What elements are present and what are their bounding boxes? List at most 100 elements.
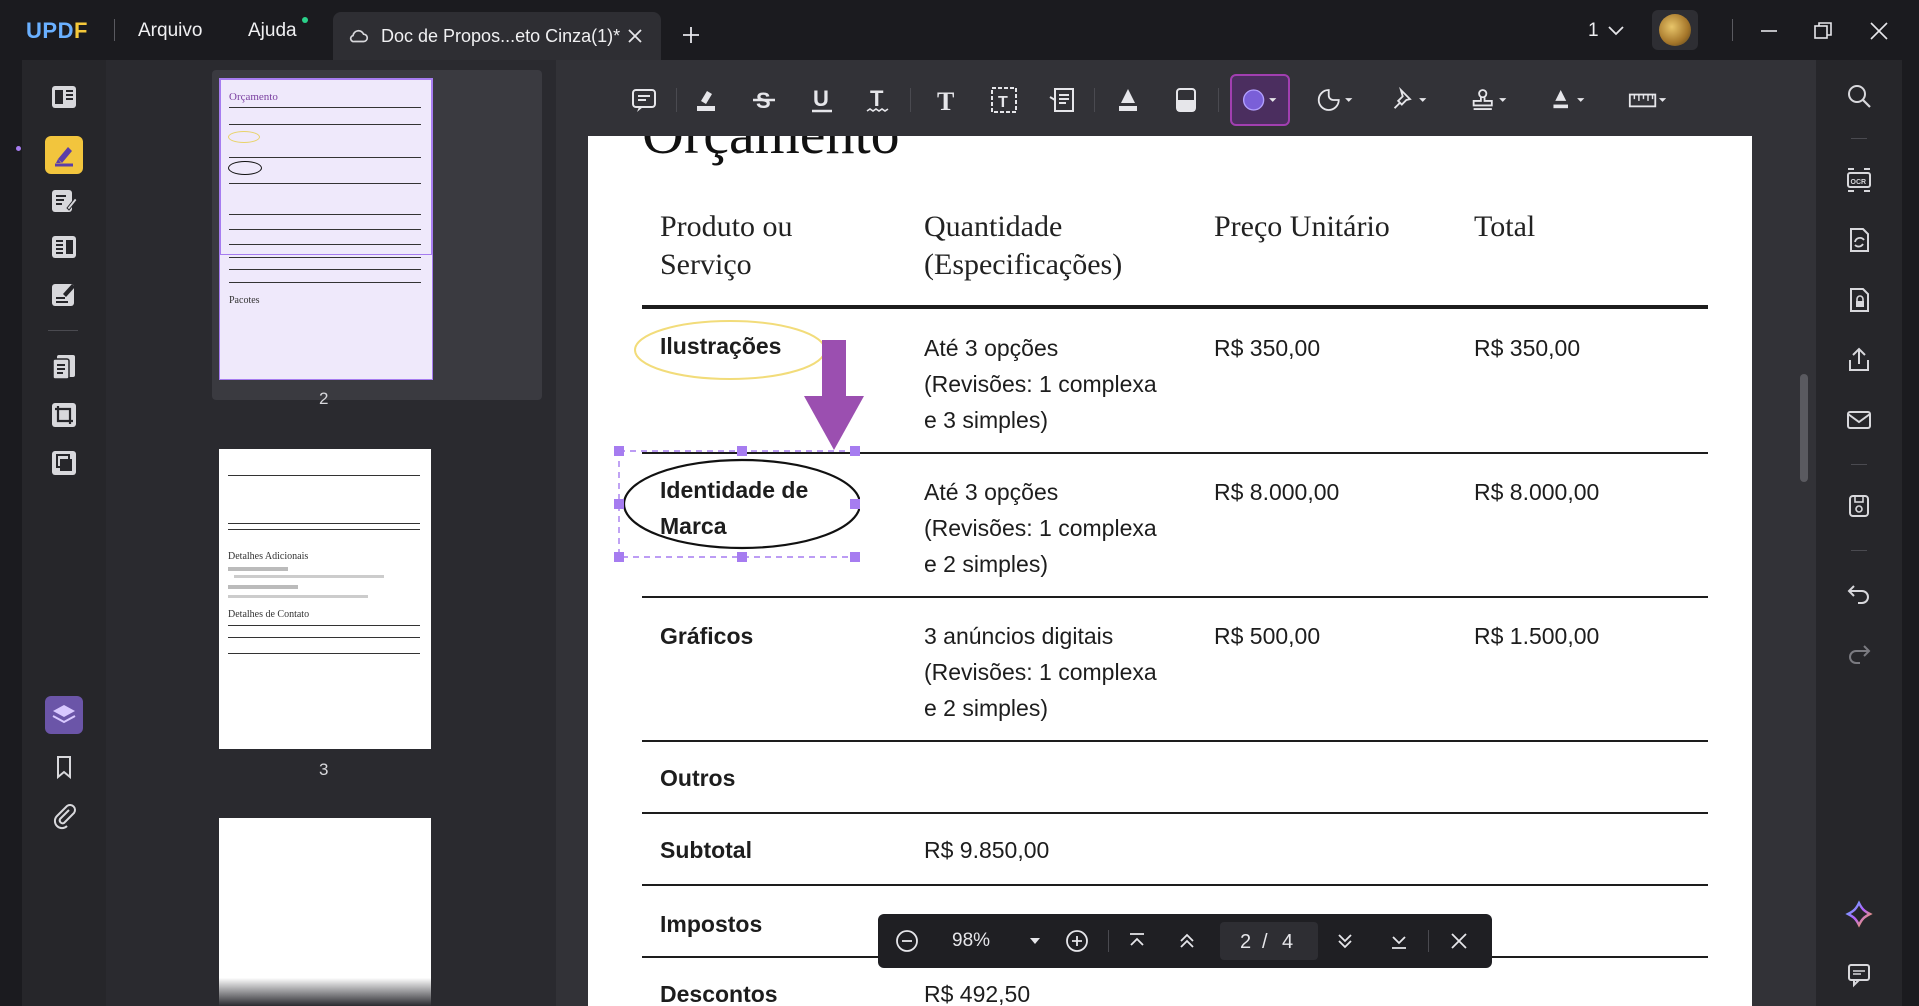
col-header-product: Produto ou Serviço (660, 210, 793, 281)
zoom-dropdown[interactable] (1020, 926, 1050, 956)
caret-down-icon (1030, 938, 1040, 944)
comment-mode-button[interactable] (45, 136, 83, 174)
last-page-button[interactable] (1384, 926, 1414, 956)
share-icon (1849, 347, 1869, 371)
signature-tool[interactable] (1540, 80, 1596, 120)
highlight-tool[interactable] (686, 80, 726, 120)
row2-rule (642, 596, 1708, 598)
menu-ajuda[interactable]: Ajuda (248, 20, 297, 42)
menu-arquivo[interactable]: Arquivo (138, 20, 202, 42)
svg-text:OCR: OCR (1851, 179, 1867, 186)
underline-icon: U (812, 86, 832, 113)
next-page-button[interactable] (1330, 926, 1360, 956)
prev-page-button[interactable] (1172, 926, 1202, 956)
row3-qty-line1: 3 anúncios digitais (924, 623, 1114, 649)
thumbnail-label-2: 2 (319, 389, 329, 408)
fill-sign-button[interactable] (45, 276, 83, 314)
shape-tool-active[interactable] (1230, 74, 1290, 126)
row1-qty-line3: e 3 simples) (924, 407, 1048, 433)
crop-button[interactable] (45, 396, 83, 434)
page-organize-button[interactable] (45, 228, 83, 266)
underline-tool[interactable]: U (802, 80, 842, 120)
page-selector[interactable]: 1 (1588, 20, 1599, 42)
row3-qty-line3: e 2 simples) (924, 695, 1048, 721)
thumbnail-page-2[interactable]: Orçamento Pacotes (219, 78, 433, 380)
form-icon (52, 284, 75, 306)
ai-assistant-button[interactable] (1841, 896, 1877, 932)
comments-button[interactable] (1841, 956, 1877, 992)
row3-total: R$ 1.500,00 (1474, 623, 1600, 649)
eraser-tool[interactable] (1166, 80, 1206, 120)
pencil-tool[interactable] (1108, 80, 1148, 120)
share-button[interactable] (1841, 342, 1877, 378)
strikethrough-tool[interactable]: S (744, 80, 784, 120)
reader-mode-button[interactable] (45, 78, 83, 116)
pdf-page: Orçamento Produto ou Serviço Quantidade … (588, 134, 1752, 1006)
highlighter-icon (55, 147, 73, 167)
undo-button[interactable] (1841, 574, 1877, 610)
organize-icon (52, 236, 76, 258)
redo-button[interactable] (1841, 634, 1877, 670)
ocr-button[interactable]: OCR (1841, 162, 1877, 198)
zoom-in-button[interactable] (1062, 926, 1092, 956)
highlight-icon (697, 91, 715, 111)
discounts-value: R$ 492,50 (924, 981, 1031, 1006)
subtotal-label: Subtotal (660, 837, 752, 863)
email-button[interactable] (1841, 402, 1877, 438)
vertical-scrollbar[interactable] (1800, 374, 1808, 482)
row3-rule (642, 740, 1708, 742)
squiggly-tool[interactable]: T (858, 80, 898, 120)
textbox-tool[interactable]: T (984, 80, 1024, 120)
row3-qty-line2: (Revisões: 1 complexa (924, 659, 1157, 685)
new-tab-icon[interactable] (678, 22, 704, 48)
zoom-out-button[interactable] (892, 926, 922, 956)
double-chevron-up-icon (1180, 933, 1194, 948)
page-heading: Orçamento (642, 134, 900, 167)
measure-tool[interactable] (1620, 80, 1676, 120)
first-page-icon (1130, 933, 1144, 946)
active-indicator (16, 146, 21, 151)
pencil-icon (1119, 89, 1137, 111)
pin-tool[interactable] (1382, 80, 1438, 120)
stack-icon (52, 705, 76, 724)
title-bar: UPDF Arquivo Ajuda Doc de Propos...eto C… (0, 0, 1919, 60)
redo-icon (1849, 645, 1871, 664)
callout-tool[interactable] (1042, 80, 1082, 120)
convert-button[interactable] (45, 348, 83, 386)
text-tool[interactable]: T (926, 80, 966, 120)
search-button[interactable] (1841, 78, 1877, 114)
restore-icon[interactable] (1810, 18, 1836, 44)
squiggly-icon: T (866, 86, 889, 112)
convert-pdf-button[interactable] (1841, 222, 1877, 258)
purple-arrow-annotation[interactable] (802, 340, 866, 452)
svg-text:U: U (813, 86, 829, 111)
zoom-level[interactable]: 98% (952, 930, 990, 952)
combine-button[interactable] (45, 444, 83, 482)
signature-icon (1553, 90, 1585, 109)
minimize-icon[interactable] (1756, 18, 1782, 44)
note-tool[interactable] (624, 80, 664, 120)
page-number-field[interactable]: 2 / 4 (1220, 922, 1318, 960)
sticker-tool[interactable] (1308, 80, 1364, 120)
avatar-button[interactable] (1652, 10, 1698, 50)
protect-button[interactable] (1841, 282, 1877, 318)
bookmark-button[interactable] (45, 748, 83, 786)
layers-button[interactable] (45, 696, 83, 734)
first-page-button[interactable] (1122, 926, 1152, 956)
save-button[interactable] (1841, 488, 1877, 524)
attachment-button[interactable] (45, 796, 83, 834)
edit-pdf-button[interactable] (45, 182, 83, 220)
left-tool-rail (16, 60, 106, 1006)
chevron-down-icon[interactable] (1606, 20, 1626, 42)
stamp-tool[interactable] (1462, 80, 1518, 120)
close-window-icon[interactable] (1866, 18, 1892, 44)
last-page-icon (1392, 936, 1406, 949)
strikethrough-icon: S (753, 88, 775, 113)
page-total: 4 (1282, 931, 1294, 953)
others-rule (642, 812, 1708, 814)
thumbnail-page-3[interactable]: Detalhes Adicionais Detalhes de Contato (219, 449, 431, 749)
close-nav-button[interactable] (1444, 926, 1474, 956)
document-tab[interactable]: Doc de Propos...eto Cinza(1)* (333, 12, 661, 60)
thumbnail-page-4[interactable] (219, 818, 431, 1006)
close-tab-icon[interactable] (623, 24, 647, 48)
